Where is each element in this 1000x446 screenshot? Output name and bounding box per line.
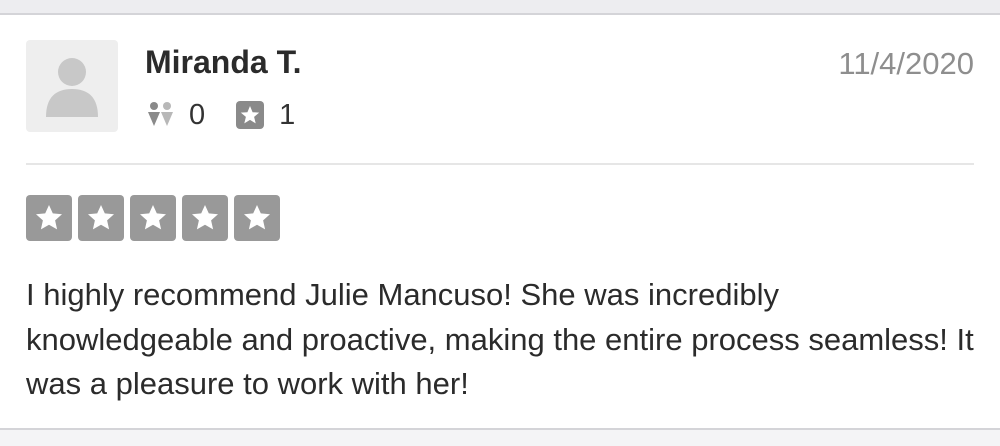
reviews-count: 1 — [279, 98, 296, 131]
star-icon — [130, 195, 176, 241]
reviewer-stats: 0 1 — [145, 97, 295, 133]
previous-review-edge — [0, 0, 1000, 15]
review-date: 11/4/2020 — [838, 46, 974, 81]
friends-count: 0 — [189, 98, 206, 131]
user-avatar[interactable] — [26, 40, 118, 132]
friends-icon — [145, 101, 175, 129]
next-review-edge — [0, 430, 1000, 446]
review-card: Miranda T. 11/4/2020 0 1 I highly recomm… — [0, 15, 1000, 430]
star-icon — [234, 195, 280, 241]
friends-stat: 0 — [145, 99, 205, 132]
reviews-stat: 1 — [235, 99, 295, 132]
reviewer-name[interactable]: Miranda T. — [145, 43, 301, 81]
star-icon — [78, 195, 124, 241]
star-icon — [26, 195, 72, 241]
star-icon — [182, 195, 228, 241]
review-star-icon — [235, 101, 265, 129]
divider — [26, 163, 974, 165]
star-rating — [26, 195, 286, 241]
review-text: I highly recommend Julie Mancuso! She wa… — [26, 277, 974, 401]
user-placeholder-icon — [46, 58, 98, 117]
